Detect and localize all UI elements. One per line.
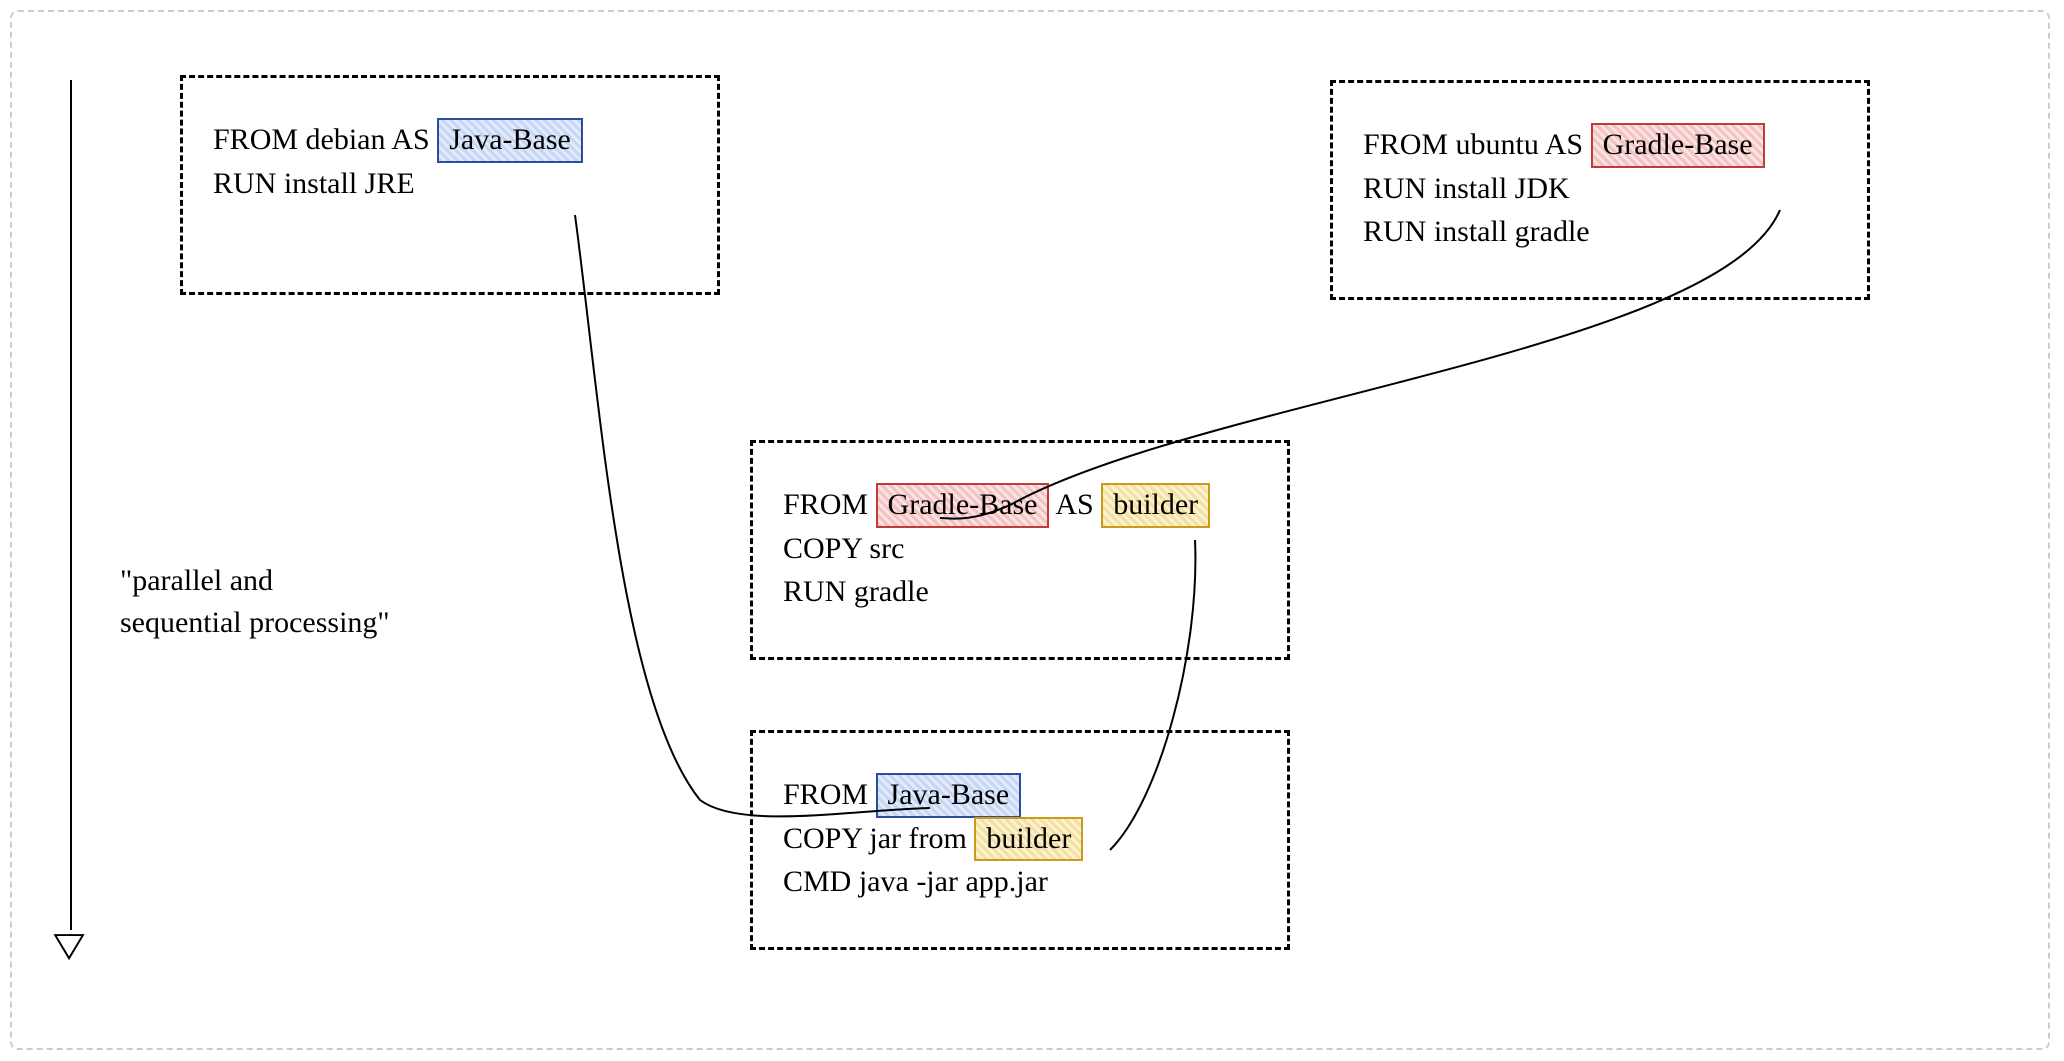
stage-name-builder: builder	[1101, 483, 1210, 528]
code-line: RUN install gradle	[1363, 210, 1837, 254]
as-keyword: AS	[1049, 488, 1101, 521]
code-line: COPY jar from builder	[783, 817, 1257, 861]
code-line: COPY src	[783, 527, 1257, 571]
ref-gradle-base: Gradle-Base	[876, 483, 1050, 528]
copy-prefix: COPY jar from	[783, 822, 974, 855]
stage-name-gradle-base: Gradle-Base	[1591, 123, 1765, 168]
stage-builder: FROM Gradle-Base AS builder COPY src RUN…	[750, 440, 1290, 660]
from-prefix: FROM	[783, 488, 876, 521]
stage-gradle-base: FROM ubuntu AS Gradle-Base RUN install J…	[1330, 80, 1870, 300]
from-prefix: FROM	[783, 778, 876, 811]
ref-java-base: Java-Base	[876, 773, 1022, 818]
stage-final: FROM Java-Base COPY jar from builder CMD…	[750, 730, 1290, 950]
ref-builder: builder	[974, 817, 1083, 862]
code-line: FROM debian AS Java-Base	[213, 118, 687, 162]
code-line: FROM Java-Base	[783, 773, 1257, 817]
stage-name-java-base: Java-Base	[437, 118, 583, 163]
flow-arrow-head: ▽	[53, 925, 84, 965]
from-prefix: FROM debian AS	[213, 123, 437, 156]
code-line: RUN gradle	[783, 570, 1257, 614]
code-line: FROM Gradle-Base AS builder	[783, 483, 1257, 527]
code-line: RUN install JRE	[213, 162, 687, 206]
code-line: FROM ubuntu AS Gradle-Base	[1363, 123, 1837, 167]
code-line: CMD java -jar app.jar	[783, 860, 1257, 904]
flow-caption: "parallel and sequential processing"	[120, 560, 390, 644]
flow-arrow-line	[70, 80, 72, 930]
stage-java-base: FROM debian AS Java-Base RUN install JRE	[180, 75, 720, 295]
code-line: RUN install JDK	[1363, 167, 1837, 211]
from-prefix: FROM ubuntu AS	[1363, 128, 1591, 161]
